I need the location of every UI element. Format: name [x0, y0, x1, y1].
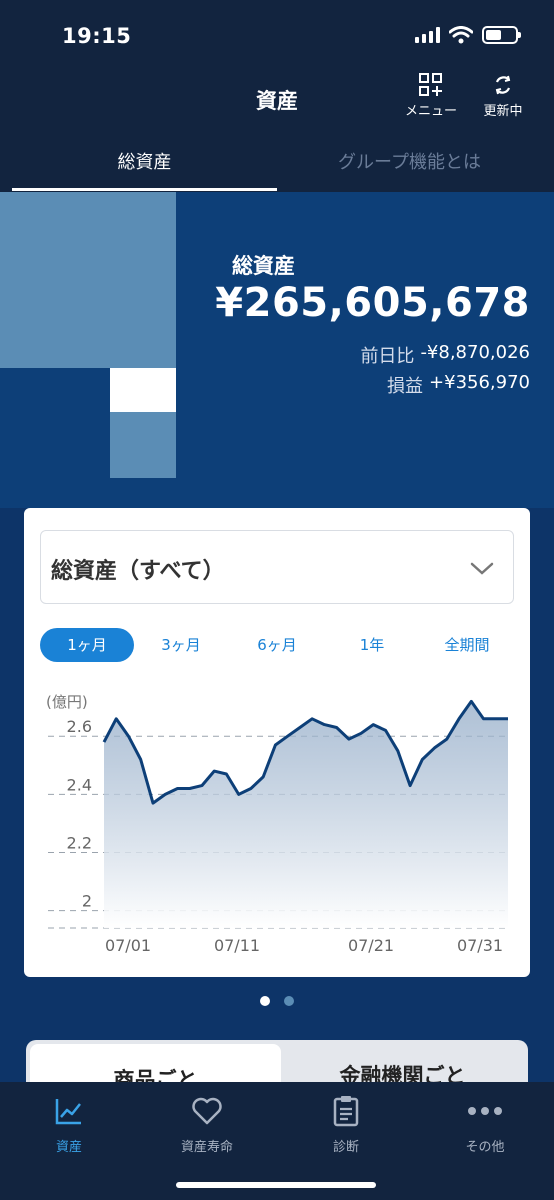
total-assets-amount: ¥265,605,678 [215, 280, 530, 326]
day-change-value: -¥8,870,026 [420, 342, 530, 363]
nav-label: 資産 [55, 1140, 82, 1155]
status-time: 19:15 [62, 24, 132, 48]
chevron-down-icon [470, 562, 494, 575]
period-all[interactable]: 全期間 [420, 628, 514, 662]
asset-chart-card: 総資産（すべて） 1ヶ月 3ヶ月 6ヶ月 1年 全期間 (億円) 2.6 2.4 2… [24, 508, 530, 977]
nav-assets[interactable]: 資産 [0, 1092, 138, 1155]
battery-icon [482, 26, 521, 44]
y-tick-label: 2.6 [67, 717, 92, 736]
x-tick-label: 07/11 [214, 936, 260, 955]
period-1-year[interactable]: 1年 [325, 628, 419, 662]
total-assets-label: 総資産 [232, 254, 295, 278]
menu-label: メニュー [404, 104, 457, 119]
home-indicator [176, 1182, 376, 1188]
tab-group-feature[interactable]: グループ機能とは [277, 148, 542, 174]
refresh-button[interactable]: 更新中 [468, 70, 538, 119]
profit-loss-label: 損益 [387, 376, 424, 397]
period-6-months[interactable]: 6ヶ月 [230, 628, 324, 662]
more-icon [468, 1107, 502, 1115]
app-header: 19:15 資産 メニュー 更新中 総資産 グループ機能とは [0, 0, 554, 192]
nav-diagnosis[interactable]: 診断 [277, 1092, 415, 1155]
day-change-row: 前日比 -¥8,870,026 [360, 342, 530, 368]
nav-label: 診断 [332, 1140, 359, 1155]
refresh-label: 更新中 [483, 104, 523, 119]
select-value: 総資産（すべて） [51, 559, 225, 584]
chart-icon [55, 1099, 81, 1125]
heart-icon [192, 1097, 222, 1125]
deco-block [110, 368, 176, 412]
clipboard-icon [333, 1096, 359, 1127]
wifi-icon [449, 26, 473, 44]
page-indicator [0, 996, 554, 1006]
y-tick-label: 2.2 [67, 833, 92, 852]
y-tick-label: 2 [82, 892, 92, 911]
period-3-months[interactable]: 3ヶ月 [134, 628, 228, 662]
profit-loss-row: 損益 +¥356,970 [387, 372, 530, 398]
day-change-label: 前日比 [360, 346, 415, 367]
signal-icon [415, 27, 440, 43]
period-1-month[interactable]: 1ヶ月 [40, 628, 134, 662]
period-selector: 1ヶ月 3ヶ月 6ヶ月 1年 全期間 [40, 628, 514, 662]
profit-loss-value: +¥356,970 [429, 372, 530, 393]
page-dot[interactable] [284, 996, 294, 1006]
status-icons [415, 26, 521, 44]
nav-label: 資産寿命 [180, 1140, 233, 1155]
refresh-icon [495, 75, 511, 95]
tab-total-assets[interactable]: 総資産 [12, 148, 277, 174]
x-tick-label: 07/31 [457, 936, 503, 955]
y-unit-label: (億円) [46, 693, 88, 711]
asset-category-select[interactable]: 総資産（すべて） [40, 530, 514, 604]
deco-block [0, 192, 176, 368]
x-tick-label: 07/21 [348, 936, 394, 955]
nav-other[interactable]: その他 [416, 1092, 554, 1155]
y-tick-label: 2.4 [67, 775, 92, 794]
x-tick-label: 07/01 [105, 936, 151, 955]
asset-line-chart: (億円) 2.6 2.4 2.2 2 07/01 07/11 07/21 07/31 [46, 693, 508, 955]
tab-underline [12, 188, 277, 191]
deco-block [110, 412, 176, 478]
nav-label: その他 [465, 1140, 505, 1155]
menu-button[interactable]: メニュー [396, 70, 466, 119]
qr-menu-icon [419, 73, 442, 96]
summary-hero: 総資産 ¥265,605,678 前日比 -¥8,870,026 損益 +¥35… [0, 192, 554, 508]
nav-asset-life[interactable]: 資産寿命 [138, 1092, 276, 1155]
tab-bar: 総資産 グループ機能とは [0, 142, 554, 192]
page-dot-active[interactable] [260, 996, 270, 1006]
